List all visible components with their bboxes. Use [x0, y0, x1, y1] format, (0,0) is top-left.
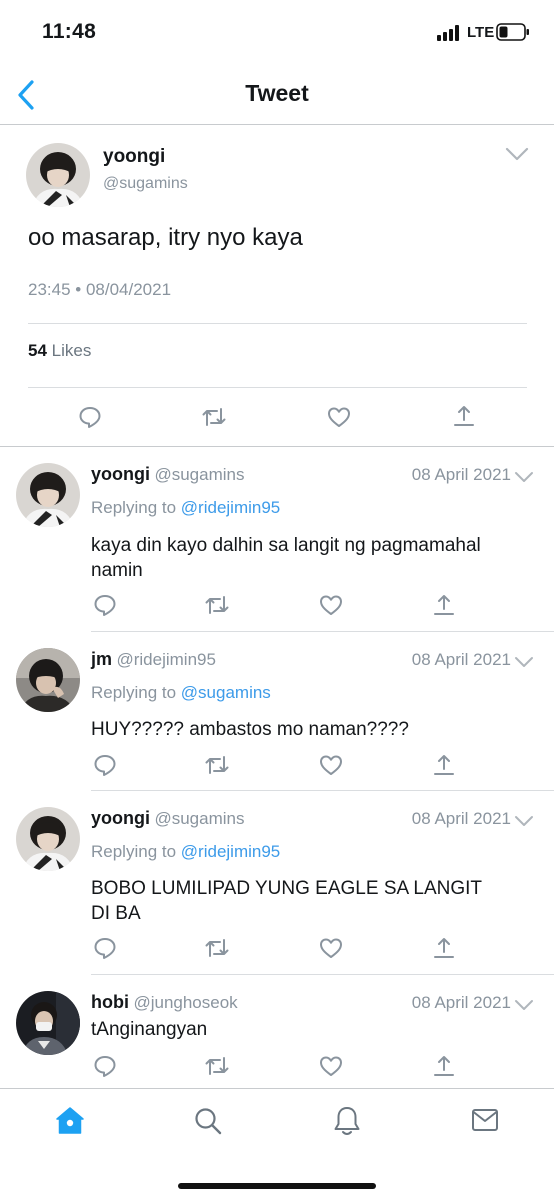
likes-count[interactable]: 54 Likes	[28, 341, 91, 361]
reply-text: HUY????? ambastos mo naman????	[91, 717, 409, 742]
heart-icon[interactable]	[319, 593, 343, 617]
author-name[interactable]: jm	[91, 649, 112, 669]
author-name[interactable]: yoongi	[91, 808, 150, 828]
reply-text-line: tAnginangyan	[91, 1019, 208, 1040]
divider	[0, 124, 554, 125]
search-icon[interactable]	[193, 1106, 223, 1136]
replying-label: Replying to	[91, 498, 177, 517]
replying-label: Replying to	[91, 842, 177, 861]
author-handle[interactable]: @ridejimin95	[116, 650, 215, 669]
avatar[interactable]	[26, 143, 90, 207]
retweet-icon[interactable]	[204, 936, 230, 960]
heart-icon[interactable]	[319, 936, 343, 960]
mention-link[interactable]: @ridejimin95	[181, 498, 280, 517]
tweet-timestamp: 23:45 • 08/04/2021	[28, 280, 172, 299]
mention-link[interactable]: @ridejimin95	[181, 842, 280, 861]
heart-icon[interactable]	[319, 753, 343, 777]
author-handle[interactable]: @sugamins	[154, 809, 244, 828]
status-time: 11:48	[42, 20, 97, 43]
share-icon[interactable]	[432, 593, 456, 617]
reply-tweet[interactable]: yoongi @sugamins 08 April 2021 Replying …	[0, 447, 554, 630]
likes-number: 54	[28, 341, 47, 360]
reply-text-line: namin	[91, 560, 143, 581]
likes-label: Likes	[51, 341, 92, 360]
signal-icon	[437, 25, 459, 41]
avatar-image	[26, 143, 90, 207]
retweet-icon[interactable]	[201, 405, 227, 429]
reply-icon[interactable]	[93, 593, 117, 617]
chevron-down-icon[interactable]	[514, 815, 534, 827]
reply-text: BOBO LUMILIPAD YUNG EAGLE SA LANGIT DI B…	[91, 876, 482, 926]
avatar-image	[16, 991, 80, 1055]
author-name[interactable]: yoongi	[91, 464, 150, 484]
retweet-icon[interactable]	[204, 753, 230, 777]
replying-to: Replying to @ridejimin95	[91, 842, 280, 862]
author-name[interactable]: hobi	[91, 992, 129, 1012]
avatar-image	[16, 463, 80, 527]
chevron-down-icon[interactable]	[514, 999, 534, 1011]
divider	[0, 1088, 554, 1089]
reply-icon[interactable]	[93, 1054, 117, 1078]
author-handle[interactable]: @sugamins	[103, 175, 188, 193]
reply-text-line: HUY????? ambastos mo naman????	[91, 719, 409, 740]
avatar-image	[16, 807, 80, 871]
reply-date: 08 April 2021	[411, 650, 511, 669]
retweet-icon[interactable]	[204, 593, 230, 617]
share-icon[interactable]	[432, 753, 456, 777]
reply-text-line: kaya din kayo dalhin sa langit ng pagmam…	[91, 535, 481, 556]
author-handle[interactable]: @sugamins	[154, 465, 244, 484]
retweet-icon[interactable]	[204, 1054, 230, 1078]
avatar[interactable]	[16, 463, 80, 527]
chevron-down-icon[interactable]	[514, 471, 534, 483]
reply-text: kaya din kayo dalhin sa langit ng pagmam…	[91, 533, 481, 583]
messages-icon[interactable]	[471, 1108, 499, 1132]
reply-icon[interactable]	[93, 753, 117, 777]
author-handle[interactable]: @junghoseok	[133, 993, 237, 1012]
reply-icon[interactable]	[78, 405, 102, 429]
avatar[interactable]	[16, 648, 80, 712]
reply-tweet[interactable]: hobi @junghoseok 08 April 2021 tAnginang…	[0, 975, 554, 1087]
page-title: Tweet	[245, 80, 309, 106]
share-icon[interactable]	[452, 404, 476, 428]
mention-link[interactable]: @sugamins	[181, 683, 271, 702]
reply-date: 08 April 2021	[411, 809, 511, 828]
replying-to: Replying to @ridejimin95	[91, 498, 280, 518]
avatar[interactable]	[16, 807, 80, 871]
home-icon[interactable]	[55, 1106, 85, 1136]
author-name[interactable]: yoongi	[103, 146, 165, 168]
reply-tweet[interactable]: jm @ridejimin95 08 April 2021 Replying t…	[0, 632, 554, 790]
reply-text: tAnginangyan	[91, 1017, 207, 1042]
avatar[interactable]	[16, 991, 80, 1055]
share-icon[interactable]	[432, 1054, 456, 1078]
chevron-down-icon[interactable]	[505, 146, 529, 162]
reply-date: 08 April 2021	[411, 465, 511, 484]
divider	[28, 387, 527, 388]
reply-icon[interactable]	[93, 936, 117, 960]
reply-text-line: DI BA	[91, 903, 141, 924]
avatar-image	[16, 648, 80, 712]
replying-to: Replying to @sugamins	[91, 683, 271, 703]
divider	[28, 323, 527, 324]
replying-label: Replying to	[91, 683, 177, 702]
reply-tweet[interactable]: yoongi @sugamins 08 April 2021 Replying …	[0, 791, 554, 974]
heart-icon[interactable]	[319, 1054, 343, 1078]
reply-date: 08 April 2021	[411, 993, 511, 1012]
reply-text-line: BOBO LUMILIPAD YUNG EAGLE SA LANGIT	[91, 878, 483, 899]
reply-header: yoongi @sugamins	[91, 808, 244, 829]
share-icon[interactable]	[432, 936, 456, 960]
battery-icon	[496, 23, 529, 41]
network-label: LTE	[467, 24, 495, 41]
reply-header: hobi @junghoseok	[91, 992, 238, 1013]
reply-header: jm @ridejimin95	[91, 649, 216, 670]
tweet-text: oo masarap, itry nyo kaya	[28, 224, 303, 251]
reply-header: yoongi @sugamins	[91, 464, 244, 485]
home-indicator[interactable]	[178, 1183, 376, 1189]
chevron-down-icon[interactable]	[514, 656, 534, 668]
notifications-icon[interactable]	[332, 1105, 362, 1137]
heart-icon[interactable]	[327, 405, 351, 429]
